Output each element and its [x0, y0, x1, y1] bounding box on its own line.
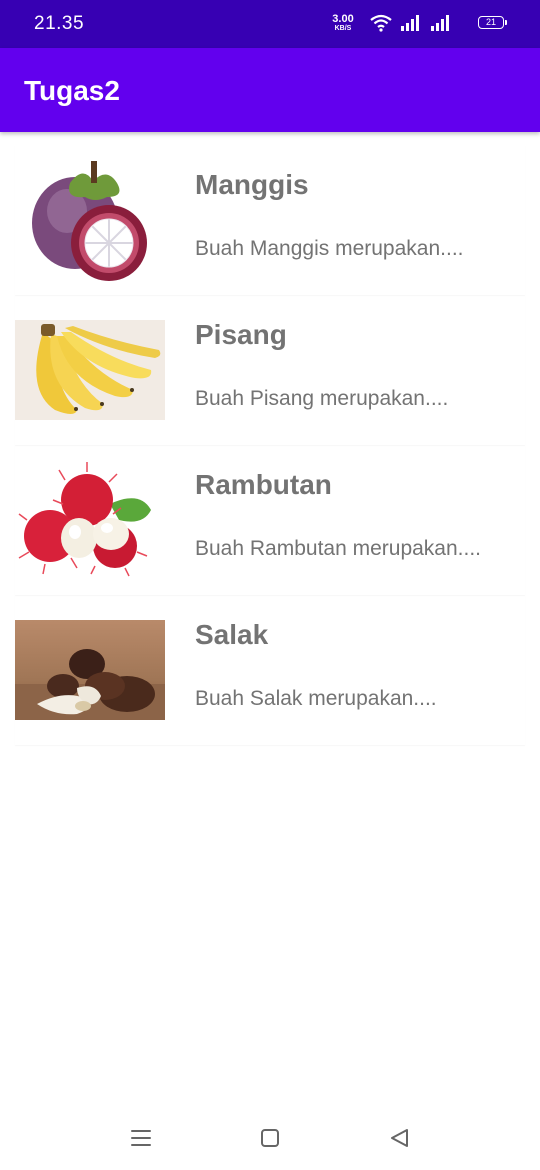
back-icon[interactable]	[386, 1126, 414, 1150]
wifi-icon	[370, 14, 392, 37]
list-item[interactable]: Rambutan Buah Rambutan merupakan....	[15, 445, 525, 595]
list-item[interactable]: Manggis Buah Manggis merupakan....	[15, 145, 525, 295]
fruit-description: Buah Pisang merupakan....	[195, 387, 449, 410]
status-icons: 3.00 KB/S 21	[288, 12, 508, 36]
salak-image	[15, 620, 165, 720]
signal-icon	[400, 14, 422, 37]
list-item[interactable]: Salak Buah Salak merupakan....	[15, 595, 525, 745]
navigation-bar	[0, 1110, 540, 1170]
network-speed: 3.00 KB/S	[328, 14, 358, 33]
banana-image	[15, 320, 165, 420]
mangosteen-image	[15, 153, 165, 293]
fruit-description: Buah Salak merupakan....	[195, 687, 437, 710]
fruit-list[interactable]: Manggis Buah Manggis merupakan.... Pisan…	[0, 145, 540, 745]
fruit-name: Manggis	[195, 169, 309, 200]
signal-icon	[430, 14, 452, 37]
menu-icon[interactable]	[127, 1126, 155, 1150]
fruit-name: Rambutan	[195, 469, 332, 500]
status-bar: 21.35 3.00 KB/S 21	[0, 0, 540, 48]
fruit-description: Buah Rambutan merupakan....	[195, 537, 482, 560]
home-icon[interactable]	[256, 1126, 284, 1150]
network-speed-unit: KB/S	[334, 25, 352, 32]
app-title: Tugas2	[24, 75, 120, 106]
fruit-description: Buah Manggis merupakan....	[195, 237, 464, 260]
fruit-name: Pisang	[195, 319, 287, 350]
app-bar: Tugas2	[0, 48, 540, 132]
list-item[interactable]: Pisang Buah Pisang merupakan....	[15, 295, 525, 445]
fruit-name: Salak	[195, 619, 269, 650]
status-time: 21.35	[34, 13, 85, 34]
battery-icon: 21	[478, 16, 507, 29]
rambutan-image	[15, 460, 165, 580]
